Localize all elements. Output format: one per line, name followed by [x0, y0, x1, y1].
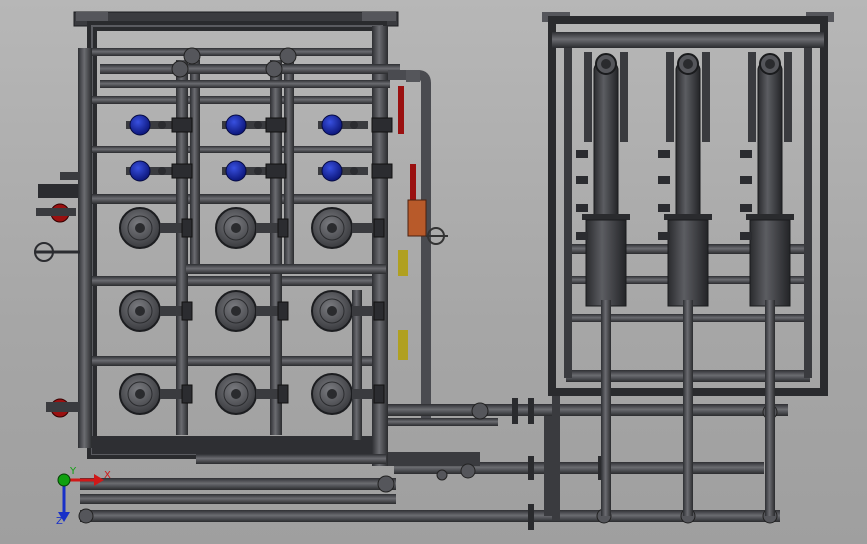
interconnect-piping	[388, 390, 788, 530]
motor-icon	[318, 160, 368, 182]
triad-z-label: Z	[56, 516, 63, 527]
yellow-valve-1	[398, 250, 408, 276]
right-riser-pipe	[388, 70, 431, 420]
bottom-header-1	[196, 454, 386, 464]
left-valve-block	[38, 184, 78, 198]
triad-x-label: X	[104, 470, 111, 481]
triad-y-label: Y	[69, 466, 77, 477]
motor-icon	[126, 160, 176, 182]
motor-icon	[222, 160, 272, 182]
elbow-2	[183, 47, 201, 65]
orange-valve	[407, 199, 427, 237]
vessel-group	[576, 52, 794, 516]
red-valve-stem	[398, 86, 404, 134]
motor-icon	[318, 114, 368, 136]
elbow-3	[265, 60, 283, 78]
filter-skid[interactable]	[542, 12, 834, 516]
elbow-1	[171, 60, 189, 78]
bottom-main-header	[80, 510, 780, 522]
top-header-pipe-2	[100, 80, 390, 88]
top-beam-lug-right	[362, 12, 396, 21]
top-beam-lug-left	[76, 12, 108, 21]
yellow-valve-2	[398, 330, 408, 360]
pump-group	[119, 207, 385, 415]
elbow-4	[279, 47, 297, 65]
left-column-pipe	[78, 48, 92, 448]
cad-model-view[interactable]: X Y Z	[0, 0, 867, 544]
motor-icon	[126, 114, 176, 136]
riser-flange	[406, 70, 420, 82]
filter-top-beam	[552, 32, 824, 48]
motor-icon	[222, 114, 272, 136]
cad-viewport[interactable]: X Y Z	[0, 0, 867, 544]
bottom-header-2	[80, 478, 396, 490]
mid-header-pipe	[186, 264, 386, 274]
bottom-header-3	[80, 494, 396, 504]
top-header-pipe	[100, 64, 400, 74]
